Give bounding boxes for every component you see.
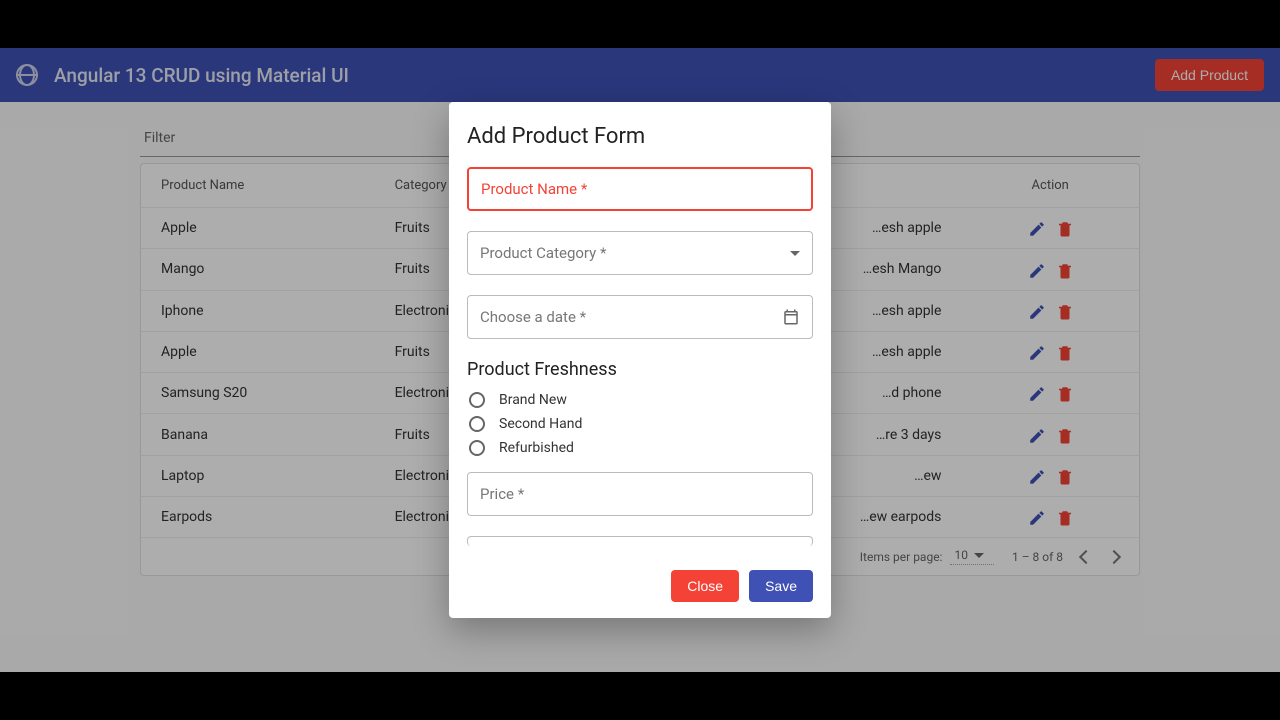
price-input[interactable]: Price * xyxy=(467,472,813,516)
add-product-dialog: Add Product Form Product Name * Product … xyxy=(449,102,831,618)
freshness-option-refurb[interactable]: Refurbished xyxy=(469,440,811,456)
freshness-option-new[interactable]: Brand New xyxy=(469,392,811,408)
radio-icon xyxy=(469,440,485,456)
letterbox-top xyxy=(0,0,1280,48)
freshness-option-second[interactable]: Second Hand xyxy=(469,416,811,432)
save-button[interactable]: Save xyxy=(749,570,813,602)
letterbox-bottom xyxy=(0,672,1280,720)
freshness-heading: Product Freshness xyxy=(467,359,813,380)
product-name-input[interactable]: Product Name * xyxy=(467,167,813,211)
dialog-title: Add Product Form xyxy=(467,124,813,149)
close-button[interactable]: Close xyxy=(671,570,739,602)
next-field-peek[interactable] xyxy=(467,536,813,546)
radio-icon xyxy=(469,392,485,408)
product-category-select[interactable]: Product Category * xyxy=(467,231,813,275)
caret-down-icon xyxy=(790,251,800,256)
date-input[interactable]: Choose a date * xyxy=(467,295,813,339)
dialog-overlay[interactable]: Add Product Form Product Name * Product … xyxy=(0,48,1280,672)
radio-icon xyxy=(469,416,485,432)
calendar-icon[interactable] xyxy=(782,308,800,326)
app-root: Angular 13 CRUD using Material UI Add Pr… xyxy=(0,48,1280,672)
dialog-actions: Close Save xyxy=(467,556,813,602)
